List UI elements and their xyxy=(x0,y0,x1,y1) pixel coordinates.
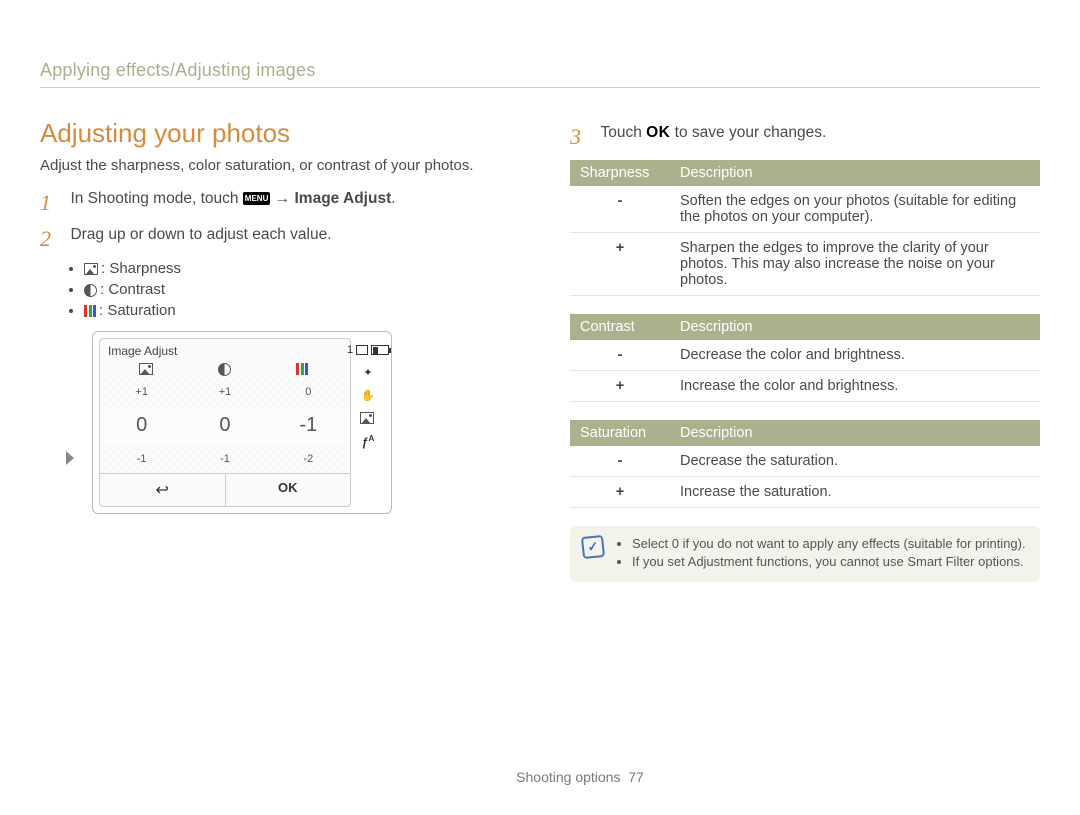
grid-cell: 0 xyxy=(100,406,183,445)
note-icon: ✓ xyxy=(581,535,605,559)
step-3-text: Touch OK to save your changes. xyxy=(600,124,826,142)
device-back-button: ↩ xyxy=(100,474,226,506)
grid-cell: +1 xyxy=(183,378,266,406)
step-number-1: 1 xyxy=(40,190,66,216)
play-arrow-icon xyxy=(66,451,74,465)
breadcrumb: Applying effects/Adjusting images xyxy=(40,60,1040,88)
saturation-icon xyxy=(296,363,308,376)
photo-icon xyxy=(360,412,374,424)
sharpness-table: SharpnessDescription -Soften the edges o… xyxy=(570,160,1040,296)
page-footer: Shooting options 77 xyxy=(40,769,1080,785)
step-number-3: 3 xyxy=(570,124,596,150)
saturation-table: SaturationDescription -Decrease the satu… xyxy=(570,420,1040,508)
sharpness-icon xyxy=(84,263,98,275)
contrast-icon xyxy=(84,284,97,297)
note-line-1: Select 0 if you do not want to apply any… xyxy=(632,536,1026,551)
sublist-contrast: : Contrast xyxy=(84,281,510,298)
battery-icon xyxy=(371,345,389,355)
step-2-text: Drag up or down to adjust each value. xyxy=(70,226,470,244)
grid-cell: 0 xyxy=(267,378,350,406)
grid-cell: +1 xyxy=(100,378,183,406)
hand-icon: ✋ xyxy=(361,389,375,402)
grid-cell: -1 xyxy=(100,445,183,473)
sublist-sharpness: : Sharpness xyxy=(84,260,510,277)
grid-cell: 0 xyxy=(183,406,266,445)
section-heading: Adjusting your photos xyxy=(40,118,510,149)
intro-text: Adjust the sharpness, color saturation, … xyxy=(40,157,510,174)
grid-cell: -2 xyxy=(267,445,350,473)
step-1-text: In Shooting mode, touch MENU → Image Adj… xyxy=(70,190,470,208)
sharpness-icon xyxy=(139,363,153,375)
step-number-2: 2 xyxy=(40,226,66,252)
contrast-icon xyxy=(218,363,231,376)
device-screenshot: Image Adjust +1 +1 0 xyxy=(92,331,392,514)
mode-icon: ✦ xyxy=(363,366,372,379)
grid-cell: -1 xyxy=(267,406,350,445)
note-line-2: If you set Adjustment functions, you can… xyxy=(632,554,1026,569)
saturation-icon xyxy=(84,305,96,317)
grid-cell: -1 xyxy=(183,445,266,473)
sublist-saturation: : Saturation xyxy=(84,302,510,319)
shots-remaining: 1 xyxy=(347,344,353,356)
note-box: ✓ Select 0 if you do not want to apply a… xyxy=(570,526,1040,582)
menu-icon: MENU xyxy=(243,192,271,205)
flash-icon: ƒA xyxy=(362,434,374,449)
device-ok-button: OK xyxy=(226,474,351,506)
ok-icon: OK xyxy=(646,124,670,142)
contrast-table: ContrastDescription -Decrease the color … xyxy=(570,314,1040,402)
device-title: Image Adjust xyxy=(100,339,350,363)
